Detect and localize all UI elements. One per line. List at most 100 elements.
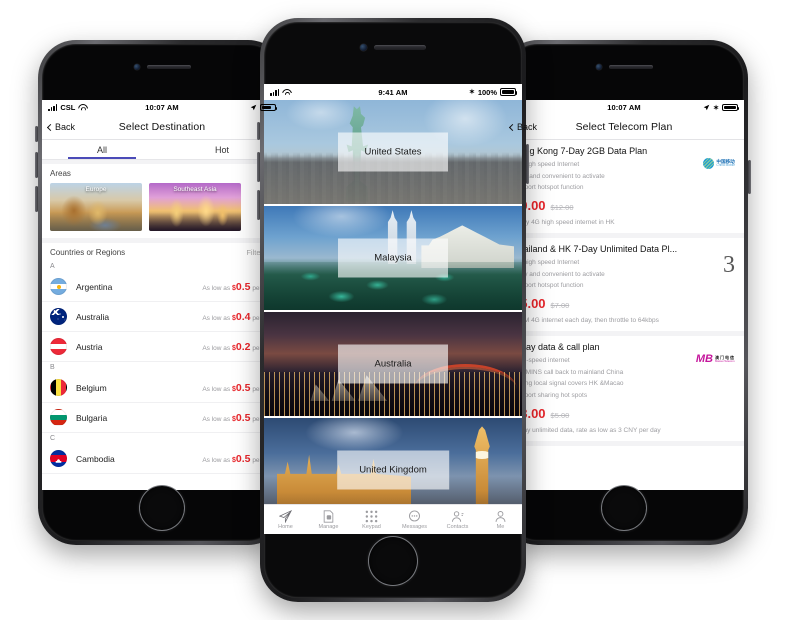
country-name: Australia xyxy=(76,311,110,322)
plan-feature: Strong local signal covers HK &Macao xyxy=(513,380,624,387)
tab-all[interactable]: All xyxy=(42,140,162,159)
destination-card-united-kingdom[interactable]: United Kingdom xyxy=(264,418,522,504)
destination-card-australia[interactable]: Australia xyxy=(264,312,522,418)
plan-title: 7-day data & call plan xyxy=(513,342,600,352)
price-amount: 0.5 xyxy=(235,280,251,293)
alpha-header: C xyxy=(42,433,282,444)
price-amount: 0.2 xyxy=(235,340,251,353)
signal-bars-icon xyxy=(48,104,58,111)
battery-icon xyxy=(500,88,518,96)
table-row[interactable]: Cambodia As low as $0.5 per day xyxy=(42,444,282,474)
alpha-header: A xyxy=(42,261,282,272)
status-bar: CSL 10:07 AM xyxy=(42,100,282,115)
area-card-europe[interactable]: Europe xyxy=(50,183,142,231)
keypad-icon xyxy=(365,510,378,523)
back-button[interactable]: Back xyxy=(508,122,537,132)
destination-card-label: United States xyxy=(338,132,448,172)
price-prefix: As low as xyxy=(202,385,231,393)
tab-keypad[interactable]: Keypad xyxy=(350,510,393,530)
destination-card-malaysia[interactable]: Malaysia xyxy=(264,206,522,312)
tab-label: Me xyxy=(496,523,505,530)
three-logo: 3 xyxy=(723,253,735,277)
paper-plane-icon xyxy=(279,509,292,523)
destination-card-label: United Kingdom xyxy=(337,450,449,490)
home-button[interactable] xyxy=(368,536,418,586)
area-card-southeast-asia[interactable]: Southeast Asia xyxy=(149,183,241,231)
plan-title: Thailand & HK 7-Day Unlimited Data Pl... xyxy=(513,244,678,254)
price-prefix: As low as xyxy=(202,284,231,292)
plan-feature: 4G high speed Internet xyxy=(513,161,580,168)
country-name: Argentina xyxy=(76,281,113,292)
country-name: Austria xyxy=(76,341,103,352)
countries-title: Countries or Regions xyxy=(50,248,126,257)
areas-title: Areas xyxy=(50,169,71,178)
bluetooth-icon: ✶ xyxy=(713,104,719,112)
flag-icon xyxy=(50,278,67,295)
plan-title: Hong Kong 7-Day 2GB Data Plan xyxy=(513,146,648,156)
home-button[interactable] xyxy=(601,485,647,531)
table-row[interactable]: Austria As low as $0.2 per day xyxy=(42,332,282,362)
nav-bar: Back Select Destination xyxy=(42,115,282,140)
price-amount: 0.4 xyxy=(235,310,251,323)
plan-card[interactable]: Thailand & HK 7-Day Unlimited Data Pl...… xyxy=(504,238,744,336)
destination-card-list: United States Malaysia Australia United … xyxy=(264,100,522,504)
tab-manage[interactable]: Manage xyxy=(307,509,350,530)
table-row[interactable]: Belgium As low as $0.5 per day xyxy=(42,373,282,403)
plan-note: Enjoy 4G high speed internet in HK xyxy=(513,219,615,226)
plan-note: 500M 4G internet each day, then throttle… xyxy=(513,317,659,324)
tab-home[interactable]: Home xyxy=(264,509,307,530)
tab-label: Messages xyxy=(401,523,428,530)
plan-feature: 4G high speed Internet xyxy=(513,259,580,266)
destination-card-united-states[interactable]: United States xyxy=(264,100,522,206)
center-phone-screen: 9:41 AM ✶ 100% United States Malaysia Au… xyxy=(264,84,522,534)
phones-stage: CSL 10:07 AM Back Select Destination All… xyxy=(0,0,785,620)
plan-feature: Support hotspot function xyxy=(513,282,584,289)
location-arrow-icon xyxy=(703,104,710,111)
table-row[interactable]: Argentina As low as $0.5 per day xyxy=(42,272,282,302)
tab-hot-label: Hot xyxy=(214,144,229,155)
china-mobile-logo: 中国移动 China Mobile xyxy=(703,158,735,169)
earpiece-speaker xyxy=(608,65,653,69)
page-title: Select Telecom Plan xyxy=(575,121,673,133)
mb-macau-logo: MB 澳门电信 Macau Telecom xyxy=(696,354,735,365)
back-button[interactable]: Back xyxy=(46,122,76,132)
plan-card[interactable]: 7-day data & call plan High-speed intern… xyxy=(504,336,744,446)
right-phone-device: 10:07 AM ✶ Back Select Telecom Plan Hong… xyxy=(500,40,751,545)
tab-me[interactable]: Me xyxy=(479,510,522,530)
page-title: Select Destination xyxy=(118,121,206,133)
battery-icon xyxy=(722,103,740,112)
plan-card[interactable]: Hong Kong 7-Day 2GB Data Plan 4G high sp… xyxy=(504,140,744,238)
table-row[interactable]: Bulgaria As low as $0.5 per day xyxy=(42,403,282,433)
areas-section: Areas Europe Southeast Asia xyxy=(42,164,282,238)
earpiece-speaker xyxy=(374,45,426,50)
status-bar: 9:41 AM ✶ 100% xyxy=(264,84,522,100)
chevron-left-icon xyxy=(508,123,517,131)
wifi-icon xyxy=(78,104,86,111)
plan-feature: Easy and convenient to activate xyxy=(513,172,605,180)
home-button[interactable] xyxy=(139,485,185,531)
back-label: Back xyxy=(55,122,76,132)
person-icon xyxy=(494,510,507,523)
plan-note: 7-Day unlimited data, rate as low as 3 C… xyxy=(513,426,661,434)
tab-contacts[interactable]: Contacts xyxy=(436,510,479,530)
tab-all-label: All xyxy=(96,144,107,155)
countries-header: Countries or Regions Filter xyxy=(42,238,282,261)
price-amount: 0.5 xyxy=(235,452,251,465)
tab-label: Keypad xyxy=(362,523,381,530)
tab-messages[interactable]: Messages xyxy=(393,509,436,530)
status-bar: 10:07 AM ✶ xyxy=(504,100,744,115)
chevron-left-icon xyxy=(46,123,55,131)
front-camera-icon xyxy=(133,64,140,70)
area-card-label: Europe xyxy=(85,186,107,193)
plan-price-old: $12.00 xyxy=(550,203,574,212)
three-mark-icon: 3 xyxy=(723,252,735,278)
plan-price-old: $7.00 xyxy=(550,301,570,310)
price-prefix: As low as xyxy=(202,456,231,464)
signal-bars-icon xyxy=(270,88,280,96)
sim-card-icon xyxy=(323,509,334,523)
tab-label: Manage xyxy=(318,523,339,530)
logo-text-en: Macau Telecom xyxy=(715,359,735,364)
flag-icon xyxy=(50,409,67,426)
table-row[interactable]: Australia As low as $0.4 per day xyxy=(42,302,282,332)
logo-text-en: China Mobile xyxy=(716,163,735,168)
